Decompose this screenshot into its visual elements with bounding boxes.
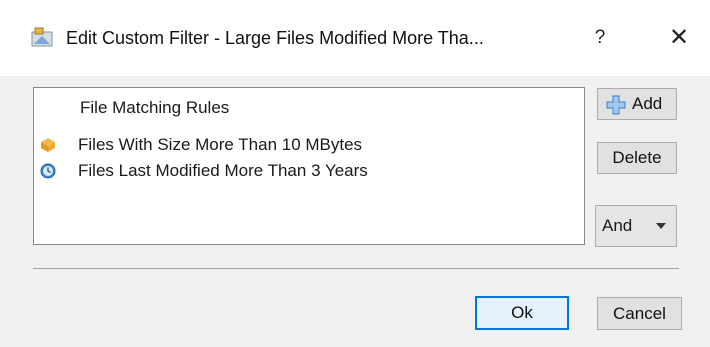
add-rule-button[interactable]: Add — [597, 88, 677, 120]
rule-label: Files Last Modified More Than 3 Years — [78, 161, 368, 180]
file-size-icon — [41, 138, 55, 152]
add-button-label: Add — [632, 94, 663, 113]
operator-selected-value: And — [602, 216, 633, 235]
plus-icon — [606, 95, 626, 115]
edit-custom-filter-dialog: Edit Custom Filter - Large Files Modifie… — [0, 0, 710, 347]
rule-item-modified[interactable]: Files Last Modified More Than 3 Years — [40, 160, 580, 182]
divider — [33, 268, 679, 269]
file-matching-rules-list[interactable]: File Matching Rules Files With Size More… — [33, 87, 585, 245]
clock-icon — [40, 163, 56, 179]
cancel-button[interactable]: Cancel — [597, 297, 682, 330]
delete-rule-button[interactable]: Delete — [597, 142, 677, 174]
logic-operator-select[interactable]: And — [595, 205, 677, 247]
filter-app-icon — [31, 27, 53, 47]
rule-item-size[interactable]: Files With Size More Than 10 MBytes — [40, 134, 580, 156]
chevron-down-icon — [656, 223, 666, 229]
title-bar: Edit Custom Filter - Large Files Modifie… — [0, 0, 710, 76]
window-title: Edit Custom Filter - Large Files Modifie… — [66, 28, 484, 48]
rules-list-header: File Matching Rules — [80, 98, 230, 117]
close-button[interactable]: ✕ — [661, 22, 697, 54]
help-button[interactable]: ? — [586, 24, 614, 52]
ok-button[interactable]: Ok — [475, 296, 569, 330]
rule-label: Files With Size More Than 10 MBytes — [78, 135, 363, 154]
